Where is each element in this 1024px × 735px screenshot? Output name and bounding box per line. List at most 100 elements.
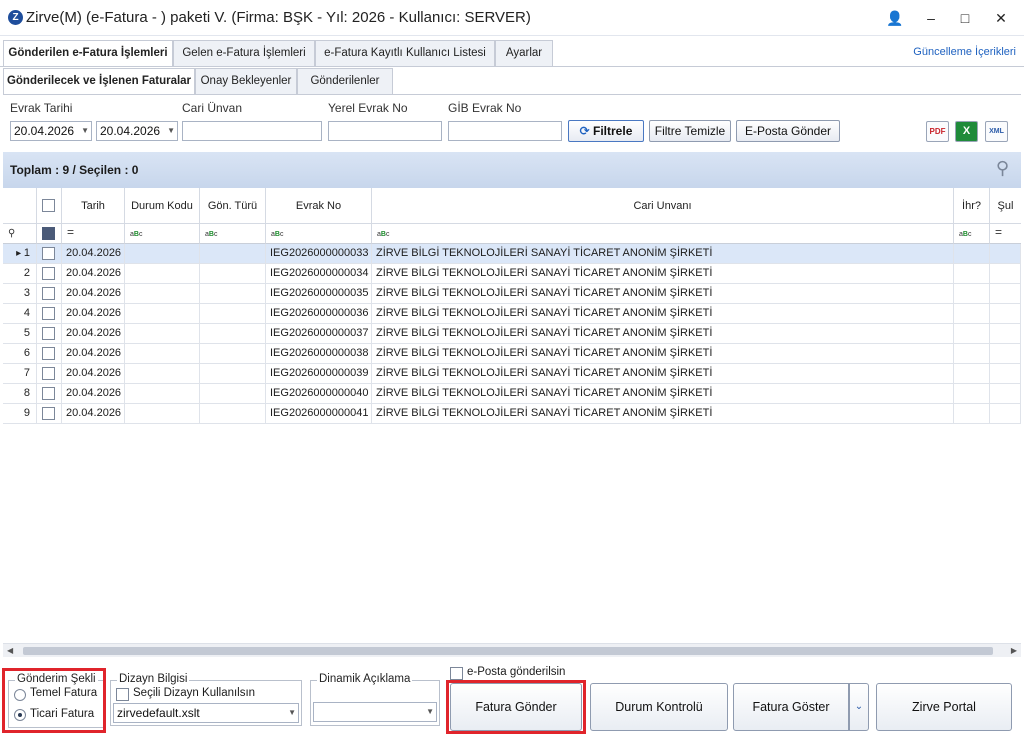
tab-gelen[interactable]: Gelen e-Fatura İşlemleri: [173, 40, 315, 66]
row-checkbox[interactable]: [42, 327, 55, 340]
row-number[interactable]: 6: [3, 344, 37, 364]
filter-cell-gon-turu[interactable]: aBc: [200, 224, 266, 244]
cell-durum-kodu[interactable]: [125, 324, 200, 344]
cell-tarih[interactable]: 20.04.2026: [62, 304, 125, 324]
cell-cari-unvani[interactable]: ZİRVE BİLGİ TEKNOLOJİLERİ SANAYİ TİCARET…: [372, 244, 954, 264]
cell-tarih[interactable]: 20.04.2026: [62, 344, 125, 364]
cell-gon-turu[interactable]: [200, 344, 266, 364]
cell-sul[interactable]: [990, 364, 1021, 384]
column-header-cari-unvani[interactable]: Cari Unvanı: [372, 188, 954, 224]
cell-ihr[interactable]: [954, 244, 990, 264]
cell-tarih[interactable]: 20.04.2026: [62, 324, 125, 344]
cari-unvan-input[interactable]: [182, 121, 322, 141]
row-checkbox[interactable]: [42, 267, 55, 280]
cell-ihr[interactable]: [954, 364, 990, 384]
column-header-sul[interactable]: Şul: [990, 188, 1021, 224]
user-icon[interactable]: 👤: [882, 6, 908, 30]
cell-tarih[interactable]: 20.04.2026: [62, 364, 125, 384]
cell-sul[interactable]: [990, 324, 1021, 344]
cell-gon-turu[interactable]: [200, 284, 266, 304]
subtab-gonderilecek[interactable]: Gönderilecek ve İşlenen Faturalar: [3, 68, 195, 95]
cell-tarih[interactable]: 20.04.2026: [62, 244, 125, 264]
row-checkbox[interactable]: [42, 347, 55, 360]
row-number[interactable]: 9: [3, 404, 37, 424]
cell-evrak-no[interactable]: IEG2026000000041: [266, 404, 372, 424]
cell-evrak-no[interactable]: IEG2026000000040: [266, 384, 372, 404]
table-row[interactable]: 7 20.04.2026 IEG2026000000039 ZİRVE BİLGİ T…: [3, 364, 1021, 384]
cell-durum-kodu[interactable]: [125, 384, 200, 404]
table-row[interactable]: 9 20.04.2026 IEG2026000000041 ZİRVE BİLGİ T…: [3, 404, 1021, 424]
filter-cell-sul[interactable]: =: [990, 224, 1021, 244]
column-header-gon-turu[interactable]: Gön. Türü: [200, 188, 266, 224]
row-checkbox-cell[interactable]: [37, 364, 62, 384]
excel-export-icon[interactable]: X: [955, 121, 978, 142]
table-row[interactable]: 4 20.04.2026 IEG2026000000036 ZİRVE BİLGİ T…: [3, 304, 1021, 324]
cell-tarih[interactable]: 20.04.2026: [62, 284, 125, 304]
table-row[interactable]: 8 20.04.2026 IEG2026000000040 ZİRVE BİLGİ T…: [3, 384, 1021, 404]
eposta-gonderilsin-checkbox[interactable]: [450, 667, 463, 680]
cell-tarih[interactable]: 20.04.2026: [62, 404, 125, 424]
cell-durum-kodu[interactable]: [125, 284, 200, 304]
eposta-gonder-button[interactable]: E-Posta Gönder: [736, 120, 840, 142]
column-header-ihr[interactable]: İhr?: [954, 188, 990, 224]
cell-gon-turu[interactable]: [200, 384, 266, 404]
cell-ihr[interactable]: [954, 284, 990, 304]
cell-durum-kodu[interactable]: [125, 264, 200, 284]
cell-ihr[interactable]: [954, 404, 990, 424]
cell-ihr[interactable]: [954, 344, 990, 364]
scroll-left-icon[interactable]: ◀: [7, 644, 13, 657]
cell-gon-turu[interactable]: [200, 244, 266, 264]
table-row[interactable]: 3 20.04.2026 IEG2026000000035 ZİRVE BİLGİ T…: [3, 284, 1021, 304]
row-number[interactable]: ▸ 1: [3, 244, 37, 264]
table-row[interactable]: 5 20.04.2026 IEG2026000000037 ZİRVE BİLGİ T…: [3, 324, 1021, 344]
cell-cari-unvani[interactable]: ZİRVE BİLGİ TEKNOLOJİLERİ SANAYİ TİCARET…: [372, 284, 954, 304]
row-checkbox[interactable]: [42, 287, 55, 300]
dinamik-aciklama-select[interactable]: ▼: [313, 702, 437, 722]
filtrele-button[interactable]: ⟳ Filtrele: [568, 120, 644, 142]
row-number[interactable]: 7: [3, 364, 37, 384]
cell-durum-kodu[interactable]: [125, 304, 200, 324]
cell-gon-turu[interactable]: [200, 364, 266, 384]
filter-cell-evrak-no[interactable]: aBc: [266, 224, 372, 244]
cell-tarih[interactable]: 20.04.2026: [62, 384, 125, 404]
row-checkbox-cell[interactable]: [37, 384, 62, 404]
cell-evrak-no[interactable]: IEG2026000000037: [266, 324, 372, 344]
cell-cari-unvani[interactable]: ZİRVE BİLGİ TEKNOLOJİLERİ SANAYİ TİCARET…: [372, 384, 954, 404]
cell-gon-turu[interactable]: [200, 264, 266, 284]
cell-ihr[interactable]: [954, 264, 990, 284]
column-header-durum-kodu[interactable]: Durum Kodu: [125, 188, 200, 224]
cell-sul[interactable]: [990, 264, 1021, 284]
cell-sul[interactable]: [990, 284, 1021, 304]
filter-cell-tarih[interactable]: =: [62, 224, 125, 244]
cell-evrak-no[interactable]: IEG2026000000033: [266, 244, 372, 264]
column-header-tarih[interactable]: Tarih: [62, 188, 125, 224]
chevron-down-icon[interactable]: ▼: [426, 703, 434, 721]
cell-tarih[interactable]: 20.04.2026: [62, 264, 125, 284]
subtab-gonderilenler[interactable]: Gönderilenler: [297, 68, 393, 95]
cell-ihr[interactable]: [954, 304, 990, 324]
row-checkbox[interactable]: [42, 407, 55, 420]
cell-durum-kodu[interactable]: [125, 244, 200, 264]
table-row[interactable]: 2 20.04.2026 IEG2026000000034 ZİRVE BİLGİ T…: [3, 264, 1021, 284]
cell-durum-kodu[interactable]: [125, 364, 200, 384]
cell-evrak-no[interactable]: IEG2026000000034: [266, 264, 372, 284]
scroll-right-icon[interactable]: ▶: [1011, 644, 1017, 657]
yerel-evrak-no-input[interactable]: [328, 121, 442, 141]
cell-cari-unvani[interactable]: ZİRVE BİLGİ TEKNOLOJİLERİ SANAYİ TİCARET…: [372, 364, 954, 384]
row-number[interactable]: 2: [3, 264, 37, 284]
chevron-down-icon[interactable]: ▼: [167, 122, 175, 140]
cell-gon-turu[interactable]: [200, 324, 266, 344]
cell-cari-unvani[interactable]: ZİRVE BİLGİ TEKNOLOJİLERİ SANAYİ TİCARET…: [372, 264, 954, 284]
row-checkbox-cell[interactable]: [37, 264, 62, 284]
row-checkbox[interactable]: [42, 367, 55, 380]
cell-cari-unvani[interactable]: ZİRVE BİLGİ TEKNOLOJİLERİ SANAYİ TİCARET…: [372, 404, 954, 424]
secili-dizayn-checkbox[interactable]: [116, 688, 129, 701]
horizontal-scrollbar[interactable]: ◀ ▶: [3, 643, 1021, 657]
cell-gon-turu[interactable]: [200, 304, 266, 324]
cell-sul[interactable]: [990, 304, 1021, 324]
filtre-temizle-button[interactable]: Filtre Temizle: [649, 120, 731, 142]
guncelleme-link[interactable]: Güncelleme İçerikleri: [913, 46, 1016, 58]
cell-durum-kodu[interactable]: [125, 344, 200, 364]
row-checkbox-cell[interactable]: [37, 344, 62, 364]
tab-ayarlar[interactable]: Ayarlar: [495, 40, 553, 66]
